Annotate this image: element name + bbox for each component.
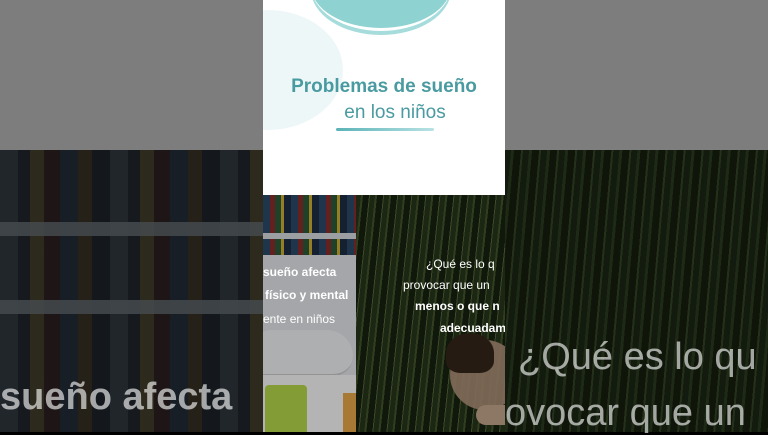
backdrop-caption-right-2: ovocar que un bbox=[505, 392, 746, 434]
video-subtitle: en los niños bbox=[344, 102, 446, 123]
video-title: Problemas de sueño bbox=[291, 76, 477, 97]
video-frame[interactable]: Problemas de sueño en los niños sueño af… bbox=[263, 0, 505, 432]
clip-bookshelf-child: sueño afecta físico y mental ente en niñ… bbox=[263, 195, 356, 432]
backdrop-caption-left: sueño afecta bbox=[0, 376, 233, 418]
backdrop-left: sueño afecta bbox=[0, 0, 263, 432]
caption-line: provocar que un bbox=[403, 278, 490, 292]
caption-line: adecuadam bbox=[440, 321, 505, 335]
caption-line: físico y mental bbox=[265, 288, 349, 302]
title-card: Problemas de sueño en los niños bbox=[263, 0, 505, 195]
backdrop-top-gray bbox=[0, 0, 263, 150]
backdrop-dim bbox=[505, 150, 768, 432]
title-underline bbox=[336, 128, 434, 131]
clip-cornfield-child: ¿Qué es lo q provocar que un menos o que… bbox=[356, 195, 505, 432]
caption-line: ¿Qué es lo q bbox=[426, 257, 495, 271]
backdrop-caption-right-1: ¿Qué es lo qu bbox=[518, 336, 757, 378]
caption-line: ente en niños bbox=[263, 312, 336, 326]
clip-dim bbox=[356, 195, 505, 432]
backdrop-top-gray bbox=[505, 0, 768, 150]
caption-line: sueño afecta bbox=[263, 265, 337, 279]
decorative-blob bbox=[311, 0, 451, 31]
caption-line: menos o que n bbox=[415, 299, 500, 313]
